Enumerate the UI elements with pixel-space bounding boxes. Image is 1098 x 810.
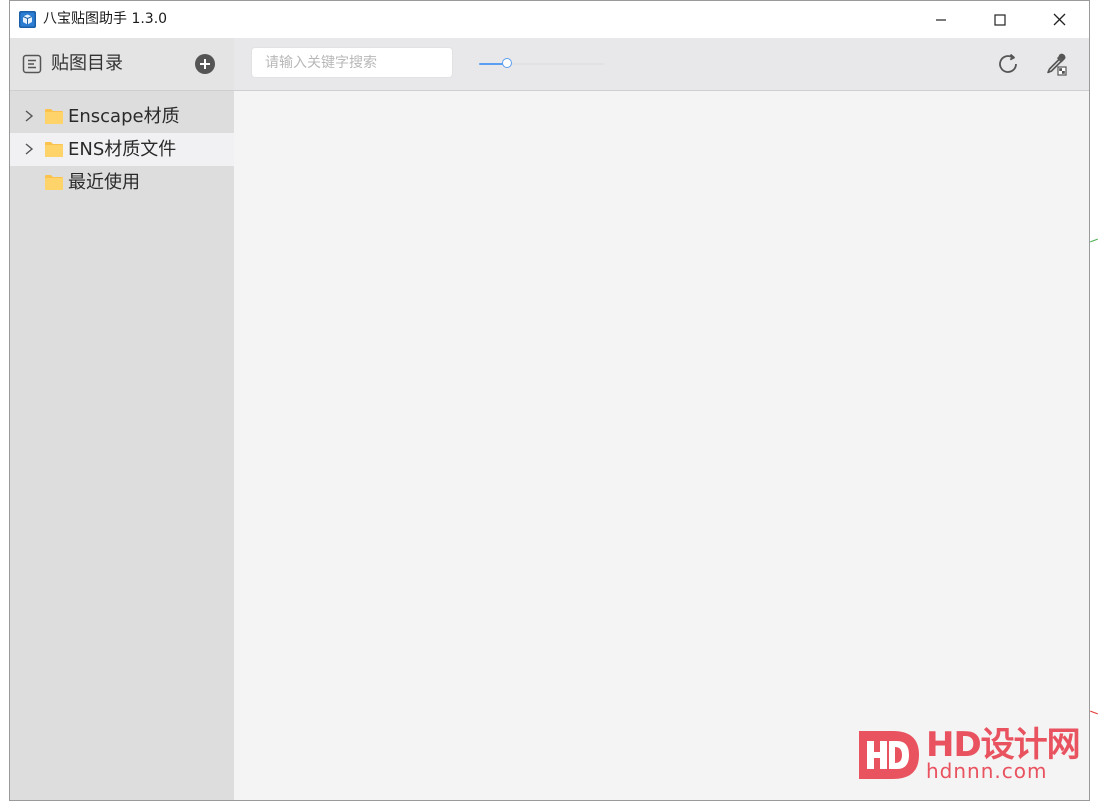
texture-gallery-area[interactable] [234,91,1089,800]
tree-item-recently-used[interactable]: 最近使用 [10,166,234,199]
sidebar: 贴图目录 Enscape材质 ENS材质文件 最近使用 [10,38,234,800]
sidebar-header: 贴图目录 [10,38,234,91]
minimize-icon [936,18,946,21]
close-button[interactable] [1036,1,1082,38]
watermark-logo [859,731,919,779]
watermark: HD设计网 hdnnn.com [853,725,1081,787]
folder-tree: Enscape材质 ENS材质文件 最近使用 [10,100,234,199]
desktop-background-line [1090,238,1098,243]
add-folder-button[interactable] [195,54,215,74]
tree-item-label: ENS材质文件 [68,139,177,160]
folder-icon [45,109,63,124]
refresh-button[interactable] [995,51,1021,77]
app-logo-icon [19,11,36,28]
window-title: 八宝贴图助手 1.3.0 [43,11,168,27]
chevron-right-icon[interactable] [23,109,35,123]
folder-icon [45,142,63,157]
title-bar[interactable]: 八宝贴图助手 1.3.0 [10,1,1089,38]
tree-item-label: 最近使用 [68,172,140,193]
app-window: 八宝贴图助手 1.3.0 贴图目录 Enscape材质 ENS材质文件 最近使用… [9,0,1090,801]
tree-item-ens-material-files[interactable]: ENS材质文件 [10,133,234,166]
desktop-background-line [1090,710,1098,715]
refresh-icon [999,53,1017,73]
chevron-right-icon[interactable] [23,142,35,156]
search-input[interactable] [251,47,453,78]
folder-icon [45,175,63,190]
slider-thumb[interactable] [501,58,512,68]
list-icon [22,54,42,74]
toolbar [234,38,1089,91]
eyedropper-button[interactable] [1043,51,1069,77]
sidebar-title: 贴图目录 [51,53,123,74]
maximize-button[interactable] [977,1,1023,38]
eyedropper-icon [1047,53,1067,76]
close-icon [1053,13,1065,26]
thumbnail-size-slider[interactable] [479,57,607,71]
maximize-icon [994,13,1006,26]
tree-item-label: Enscape材质 [68,106,180,127]
watermark-domain: hdnnn.com [926,759,1048,783]
tree-item-enscape-materials[interactable]: Enscape材质 [10,100,234,133]
minimize-button[interactable] [918,1,964,38]
